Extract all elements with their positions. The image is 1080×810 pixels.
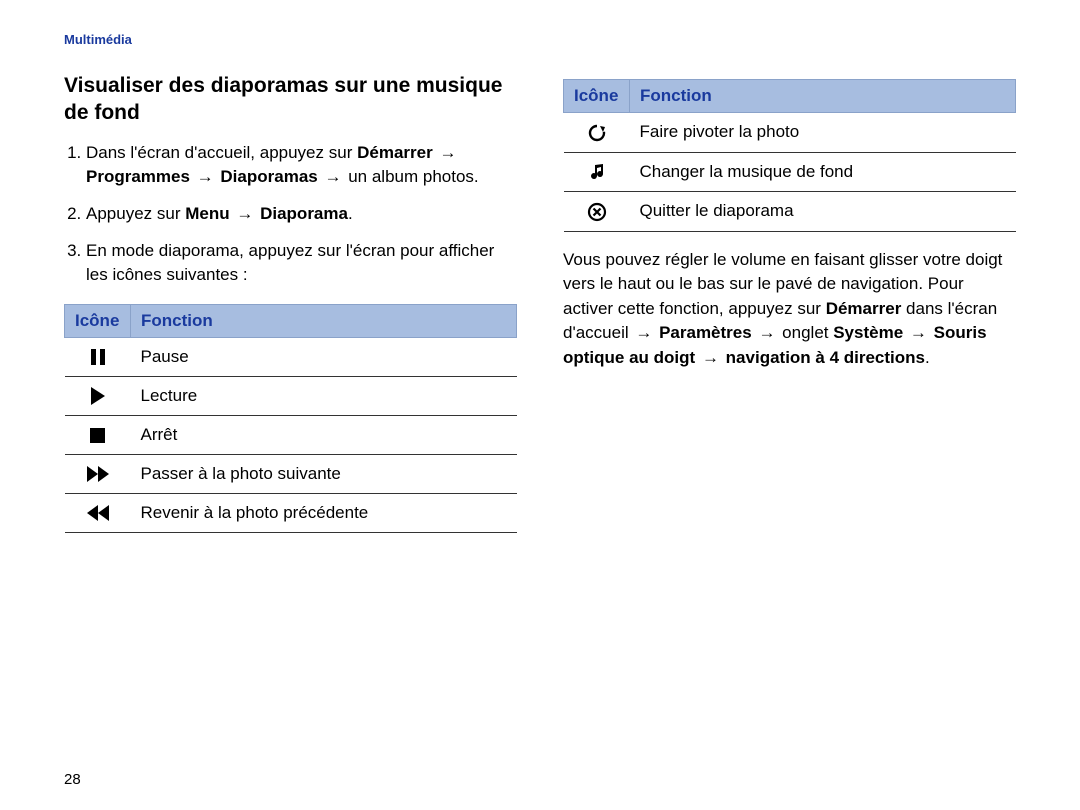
arrow-icon: →: [756, 323, 777, 342]
instruction-step: En mode diaporama, appuyez sur l'écran p…: [86, 239, 517, 288]
table-row: Arrêt: [65, 415, 517, 454]
table-row: Pause: [65, 337, 517, 376]
arrow-icon: →: [234, 204, 255, 223]
table-cell-label: Quitter le diaporama: [630, 192, 1016, 232]
arrow-icon: →: [700, 348, 721, 367]
arrow-icon: →: [437, 143, 458, 162]
doc-category: Multimédia: [64, 32, 1016, 47]
table-header-icon: Icône: [564, 80, 630, 113]
step-text: un album photos.: [348, 167, 478, 186]
para-bold: Paramètres: [659, 323, 752, 342]
right-column: Icône Fonction Faire pivoter la photo: [563, 73, 1016, 533]
table-header-function: Fonction: [630, 80, 1016, 113]
table-row: Changer la musique de fond: [564, 152, 1016, 192]
para-text: .: [925, 348, 930, 367]
step-bold: Programmes: [86, 167, 190, 186]
para-bold: navigation à 4 directions: [726, 348, 925, 367]
arrow-icon: →: [322, 167, 343, 186]
left-column: Visualiser des diaporamas sur une musiqu…: [64, 73, 517, 533]
table-cell-label: Passer à la photo suivante: [131, 454, 517, 493]
close-circle-icon: [587, 202, 607, 222]
table-row: Passer à la photo suivante: [65, 454, 517, 493]
step-text: .: [348, 204, 353, 223]
table-row: Faire pivoter la photo: [564, 113, 1016, 153]
page-number: 28: [64, 771, 81, 788]
arrow-icon: →: [633, 323, 654, 342]
icon-function-table: Icône Fonction Faire pivoter la photo: [563, 79, 1016, 232]
step-bold: Menu: [185, 204, 229, 223]
info-paragraph: Vous pouvez régler le volume en faisant …: [563, 248, 1016, 371]
arrow-icon: →: [908, 323, 929, 342]
step-text: Dans l'écran d'accueil, appuyez sur: [86, 143, 357, 162]
section-title: Visualiser des diaporamas sur une musiqu…: [64, 73, 517, 127]
table-cell-label: Changer la musique de fond: [630, 152, 1016, 192]
para-bold: Système: [833, 323, 903, 342]
rewind-icon: [87, 505, 109, 521]
table-row: Quitter le diaporama: [564, 192, 1016, 232]
instruction-step: Appuyez sur Menu → Diaporama.: [86, 202, 517, 227]
step-bold: Diaporama: [260, 204, 348, 223]
table-cell-label: Revenir à la photo précédente: [131, 493, 517, 532]
arrow-icon: →: [195, 167, 216, 186]
instruction-list: Dans l'écran d'accueil, appuyez sur Déma…: [64, 141, 517, 288]
table-header-icon: Icône: [65, 304, 131, 337]
step-text: Appuyez sur: [86, 204, 185, 223]
para-bold: Démarrer: [826, 299, 902, 318]
music-note-icon: [587, 162, 607, 182]
rotate-icon: [587, 123, 607, 143]
table-cell-label: Lecture: [131, 376, 517, 415]
table-cell-label: Pause: [131, 337, 517, 376]
play-icon: [91, 387, 105, 405]
two-column-layout: Visualiser des diaporamas sur une musiqu…: [64, 73, 1016, 533]
instruction-step: Dans l'écran d'accueil, appuyez sur Déma…: [86, 141, 517, 190]
fast-forward-icon: [87, 466, 109, 482]
table-cell-label: Arrêt: [131, 415, 517, 454]
step-text: En mode diaporama, appuyez sur l'écran p…: [86, 241, 494, 285]
table-row: Revenir à la photo précédente: [65, 493, 517, 532]
table-header-function: Fonction: [131, 304, 517, 337]
pause-icon: [91, 349, 105, 365]
icon-function-table: Icône Fonction Pause Lecture: [64, 304, 517, 533]
step-bold: Démarrer: [357, 143, 433, 162]
table-row: Lecture: [65, 376, 517, 415]
step-bold: Diaporamas: [220, 167, 317, 186]
stop-icon: [90, 428, 105, 443]
para-text: onglet: [782, 323, 833, 342]
manual-page: Multimédia Visualiser des diaporamas sur…: [0, 0, 1080, 810]
table-cell-label: Faire pivoter la photo: [630, 113, 1016, 153]
